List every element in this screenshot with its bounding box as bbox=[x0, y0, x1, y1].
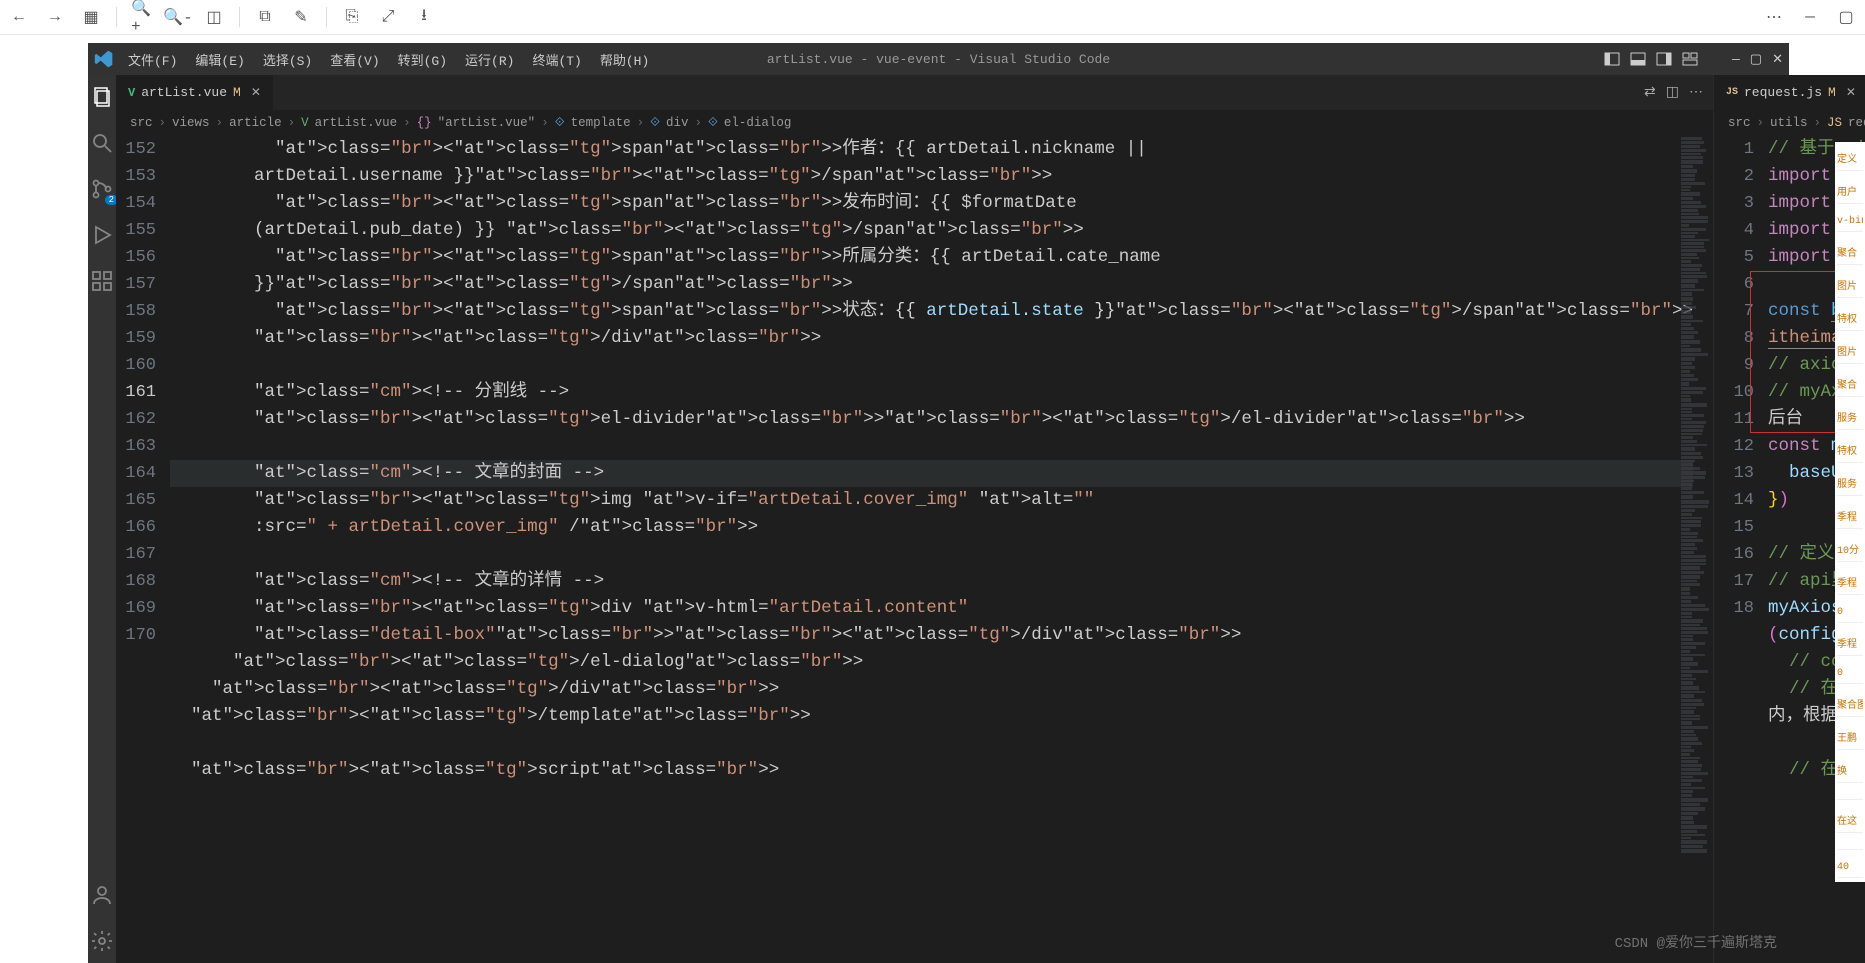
copy-icon[interactable]: ⎘ bbox=[341, 6, 363, 28]
vscode-logo-icon bbox=[94, 49, 114, 69]
more-icon[interactable]: ⋯ bbox=[1763, 6, 1785, 28]
win-minimize-icon[interactable]: — bbox=[1732, 52, 1740, 67]
line-gutter: 1521531541551561571581591601611621631641… bbox=[116, 136, 170, 963]
menu-view[interactable]: 查看(V) bbox=[322, 46, 387, 73]
download-icon[interactable]: ⭳ bbox=[413, 6, 435, 28]
tab-label: artList.vue bbox=[141, 85, 227, 100]
brace-icon: {} bbox=[417, 116, 432, 130]
zoom-out-icon[interactable]: 🔍- bbox=[167, 6, 189, 28]
tab-bar-right: JS request.js M ✕ bbox=[1714, 75, 1865, 110]
tag-icon: ⟐ bbox=[555, 116, 565, 130]
layout-left-icon[interactable] bbox=[1604, 51, 1620, 67]
layout-bottom-icon[interactable] bbox=[1630, 51, 1646, 67]
menu-edit[interactable]: 编辑(E) bbox=[187, 46, 252, 73]
nav-back-icon[interactable]: ← bbox=[8, 6, 30, 28]
bc[interactable]: src bbox=[130, 116, 153, 130]
side-notes-panel: 定义用户v-bin聚合图片特权图片聚合服务特权服务季程10分季程0季程0聚合图王… bbox=[1835, 142, 1865, 882]
extensions-icon[interactable] bbox=[88, 267, 116, 295]
edit-icon[interactable]: ✎ bbox=[290, 6, 312, 28]
menu-go[interactable]: 转到(G) bbox=[390, 46, 455, 73]
settings-icon[interactable] bbox=[88, 927, 116, 955]
bc[interactable]: utils bbox=[1770, 116, 1808, 130]
bc[interactable]: "artList.vue" bbox=[438, 116, 536, 130]
breadcrumb-right[interactable]: src› utils› JS request.js› [𝚘] baseURL bbox=[1714, 110, 1865, 136]
menu-selection[interactable]: 选择(S) bbox=[255, 46, 320, 73]
explorer-icon[interactable] bbox=[88, 83, 116, 111]
bc[interactable]: template bbox=[571, 116, 631, 130]
tab-modified: M bbox=[233, 85, 241, 100]
tab-actions-left: ⇄ ◫ ⋯ bbox=[1644, 84, 1713, 101]
js-file-icon: JS bbox=[1726, 87, 1738, 98]
account-icon[interactable] bbox=[88, 881, 116, 909]
compare-icon[interactable]: ⇄ bbox=[1644, 84, 1656, 101]
bc[interactable]: artList.vue bbox=[315, 116, 398, 130]
activity-bar: 2 bbox=[88, 75, 116, 963]
vscode-window: 文件(F) 编辑(E) 选择(S) 查看(V) 转到(G) 运行(R) 终端(T… bbox=[88, 43, 1789, 963]
bc[interactable]: request.js bbox=[1848, 116, 1865, 130]
split-icon[interactable]: ◫ bbox=[1666, 84, 1679, 101]
win-maximize-icon[interactable]: ▢ bbox=[1750, 52, 1762, 67]
menu-run[interactable]: 运行(R) bbox=[457, 46, 522, 73]
folder-icon[interactable]: ⧉ bbox=[254, 6, 276, 28]
expand-icon[interactable]: ⤢ bbox=[377, 6, 399, 28]
layout-custom-icon[interactable] bbox=[1682, 51, 1698, 67]
tab-modified: M bbox=[1828, 85, 1836, 100]
browser-toolbar: ← → ▦ 🔍+ 🔍- ◫ ⧉ ✎ ⎘ ⤢ ⭳ ⋯ — ▢ bbox=[0, 0, 1865, 35]
menu-file[interactable]: 文件(F) bbox=[120, 46, 185, 73]
bc[interactable]: article bbox=[229, 116, 282, 130]
code-area-left[interactable]: 1521531541551561571581591601611621631641… bbox=[116, 136, 1713, 963]
menu-help[interactable]: 帮助(H) bbox=[592, 46, 657, 73]
tab-label: request.js bbox=[1744, 85, 1822, 100]
vue-file-icon: V bbox=[301, 116, 309, 130]
editor-left: V artList.vue M ✕ ⇄ ◫ ⋯ src› views› arti… bbox=[116, 75, 1713, 963]
search-icon[interactable] bbox=[88, 129, 116, 157]
menu-bar[interactable]: 文件(F) 编辑(E) 选择(S) 查看(V) 转到(G) 运行(R) 终端(T… bbox=[120, 46, 657, 73]
apps-icon[interactable]: ▦ bbox=[80, 6, 102, 28]
bc[interactable]: el-dialog bbox=[724, 116, 792, 130]
bc[interactable]: div bbox=[666, 116, 689, 130]
win-close-icon[interactable]: ✕ bbox=[1772, 52, 1783, 67]
bc[interactable]: src bbox=[1728, 116, 1751, 130]
js-file-icon: JS bbox=[1827, 116, 1842, 130]
scm-icon[interactable]: 2 bbox=[88, 175, 116, 203]
debug-icon[interactable] bbox=[88, 221, 116, 249]
tab-close-icon[interactable]: ✕ bbox=[251, 85, 261, 100]
window-title: artList.vue - vue-event - Visual Studio … bbox=[767, 52, 1110, 67]
watermark: CSDN @爱你三千遍斯塔克 bbox=[1615, 932, 1777, 952]
title-bar: 文件(F) 编辑(E) 选择(S) 查看(V) 转到(G) 运行(R) 终端(T… bbox=[88, 43, 1789, 75]
bc[interactable]: views bbox=[172, 116, 210, 130]
tab-bar-left: V artList.vue M ✕ ⇄ ◫ ⋯ bbox=[116, 75, 1713, 110]
more-tab-icon[interactable]: ⋯ bbox=[1689, 84, 1703, 101]
vue-file-icon: V bbox=[128, 86, 135, 100]
nav-forward-icon[interactable]: → bbox=[44, 6, 66, 28]
breadcrumb-left[interactable]: src› views› article› VartList.vue› {}"ar… bbox=[116, 110, 1713, 136]
layout-right-icon[interactable] bbox=[1656, 51, 1672, 67]
minimize-icon[interactable]: — bbox=[1799, 6, 1821, 28]
line-gutter: 123456789101112131415161718 bbox=[1714, 136, 1768, 963]
tag-icon: ⟐ bbox=[708, 116, 718, 130]
tag-icon: ⟐ bbox=[650, 116, 660, 130]
zoom-in-icon[interactable]: 🔍+ bbox=[131, 6, 153, 28]
tab-request[interactable]: JS request.js M ✕ bbox=[1714, 75, 1865, 110]
maximize-icon[interactable]: ▢ bbox=[1835, 6, 1857, 28]
tab-close-icon[interactable]: ✕ bbox=[1846, 85, 1856, 100]
minimap-left[interactable] bbox=[1681, 136, 1711, 963]
tab-artlist[interactable]: V artList.vue M ✕ bbox=[116, 75, 274, 110]
fit-icon[interactable]: ◫ bbox=[203, 6, 225, 28]
menu-terminal[interactable]: 终端(T) bbox=[524, 46, 589, 73]
